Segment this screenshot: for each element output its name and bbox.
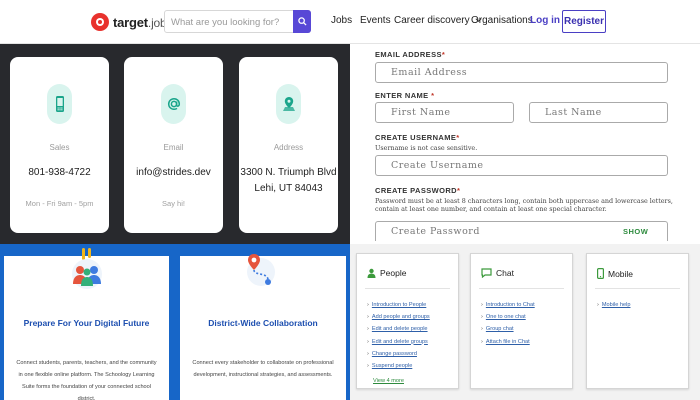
help-card-title: People [380,268,407,278]
nav-link-events[interactable]: Events [360,15,391,26]
register-button[interactable]: Register [562,10,606,33]
help-link[interactable]: Introduction to People [367,299,430,311]
search-icon [297,17,307,26]
email-label: EMAIL ADDRESS* [375,50,446,59]
map-marker-icon [282,97,295,111]
logo[interactable]: target.jobs [91,11,172,33]
contact-label: Sales [49,143,70,152]
help-card-chat: Chat Introduction to Chat One to one cha… [470,253,573,389]
divider [365,288,450,289]
username-field[interactable] [375,155,668,176]
help-link[interactable]: One to one chat [481,311,535,323]
contact-label: Email [163,143,184,152]
at-sign-icon [167,97,180,111]
help-card-title: Mobile [608,268,634,279]
feature-card-digital-future: Prepare For Your Digital Future Connect … [4,248,169,400]
contact-card-address: Address 3300 N. Triumph Blvd Lehi, UT 840… [239,57,338,233]
target-logo-icon [91,13,109,31]
last-name-field[interactable] [529,102,668,123]
divider [479,288,564,289]
help-link[interactable]: Change password [367,348,430,360]
contact-card-sales: Sales 801-938-4722 Mon - Fri 9am - 5pm [10,57,109,233]
help-link[interactable]: Suspend people [367,360,430,372]
feature-description: Connect students, parents, teachers, and… [16,360,157,400]
search-box [164,10,311,33]
person-icon [367,268,376,278]
route-pin-icon [247,254,275,286]
help-link[interactable]: Edit and delete groups [367,336,430,348]
nav-link-organisations[interactable]: Organisations [471,15,533,26]
view-more-link[interactable]: View 4 more [373,378,404,384]
email-field[interactable] [375,62,668,83]
chat-bubble-icon [481,268,492,278]
feature-title: District-Wide Collaboration [208,318,318,328]
contact-hours: Mon - Fri 9am - 5pm [25,199,94,208]
contact-email[interactable]: info@strides.dev [124,165,223,181]
help-section: People Introduction to People Add people… [350,244,700,400]
help-link[interactable]: Edit and delete people [367,323,430,335]
contact-section: Sales 801-938-4722 Mon - Fri 9am - 5pm E… [0,44,350,244]
registration-form: EMAIL ADDRESS* ENTER NAME * CREATE USERN… [350,44,700,244]
feature-description: Connect every stakeholder to collaborate… [192,360,334,378]
username-label: CREATE USERNAME* [375,133,460,142]
first-name-field[interactable] [375,102,514,123]
mobile-icon [597,268,604,279]
show-password-button[interactable]: SHOW [623,227,648,236]
help-link-list: Introduction to People Add people and gr… [367,299,430,372]
divider [595,288,680,289]
help-link[interactable]: Add people and groups [367,311,430,323]
help-link-list: Mobile help [597,299,631,311]
help-link[interactable]: Group chat [481,323,535,335]
password-label: CREATE PASSWORD* [375,186,461,195]
help-link[interactable]: Introduction to Chat [481,299,535,311]
phone-icon [55,96,64,112]
features-section: Prepare For Your Digital Future Connect … [0,244,350,400]
help-card-title: Chat [496,268,514,278]
top-navigation: target.jobs Jobs Events Career discovery… [0,0,700,44]
contact-label: Address [273,143,304,152]
people-group-icon [72,248,102,289]
name-label: ENTER NAME * [375,91,435,100]
nav-link-jobs[interactable]: Jobs [331,15,352,26]
feature-card-collaboration: District-Wide Collaboration Connect ever… [180,254,346,400]
password-hint: Password must be at least 8 characters l… [375,197,673,213]
contact-phone[interactable]: 801-938-4722 [10,165,109,181]
search-input[interactable] [171,14,291,30]
help-link[interactable]: Mobile help [597,299,631,311]
contact-card-email: Email info@strides.dev Say hi! [124,57,223,233]
username-hint: Username is not case sensitive. [375,144,478,152]
help-card-mobile: Mobile Mobile help [586,253,689,389]
help-card-people: People Introduction to People Add people… [356,253,459,389]
help-link[interactable]: Attach file in Chat [481,336,535,348]
contact-greeting: Say hi! [162,199,185,208]
nav-link-career-discovery[interactable]: Career discovery [394,15,482,26]
search-button[interactable] [293,10,311,33]
feature-title: Prepare For Your Digital Future [23,318,150,328]
login-link[interactable]: Log in [530,15,560,26]
contact-address: 3300 N. Triumph Blvd Lehi, UT 84043 [240,167,337,194]
logo-text: target [113,14,148,30]
help-link-list: Introduction to Chat One to one chat Gro… [481,299,535,348]
